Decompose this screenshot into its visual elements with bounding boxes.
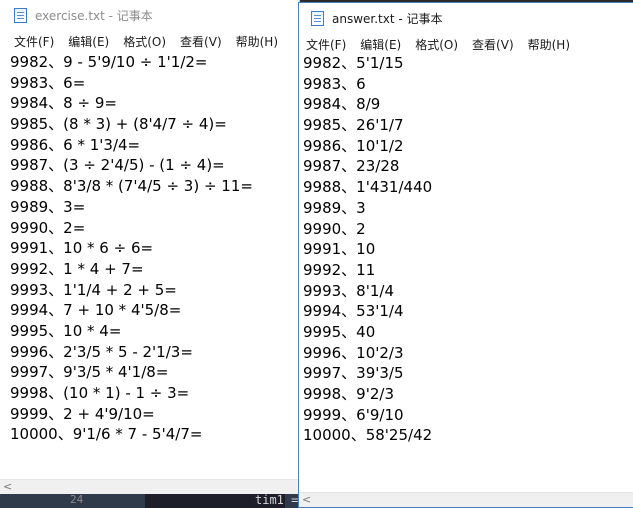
menu-edit[interactable]: 编辑(E): [68, 33, 109, 50]
answer-window-title: answer.txt - 记事本: [332, 11, 443, 26]
text-line: 9991、10: [303, 240, 376, 259]
exercise-menubar: 文件(F) 编辑(E) 格式(O) 查看(V) 帮助(H): [0, 30, 299, 52]
exercise-notepad-window[interactable]: exercise.txt - 记事本 文件(F) 编辑(E) 格式(O) 查看(…: [0, 0, 300, 494]
text-line: 9988、1'431/440: [303, 178, 433, 197]
answer-titlebar[interactable]: answer.txt - 记事本: [299, 3, 633, 33]
text-line: 9993、8'1/4: [303, 281, 394, 300]
exercise-text-area[interactable]: 9982、9 - 5'9/10 ÷ 1'1/2= 9983、6= 9984、8 …: [0, 52, 299, 480]
text-line: 9985、26'1/7: [303, 116, 404, 135]
text-line: 9994、7 + 10 * 4'5/8=: [10, 301, 182, 320]
menu-help[interactable]: 帮助(H): [528, 36, 570, 53]
text-line: 9987、(3 ÷ 2'4/5) - (1 ÷ 4)=: [10, 156, 225, 175]
text-line: 9997、9'3/5 * 4'1/8=: [10, 363, 169, 382]
text-line: 9987、23/28: [303, 157, 400, 176]
menu-format[interactable]: 格式(O): [123, 33, 166, 50]
text-line: 9983、6: [303, 74, 366, 93]
text-line: 9996、2'3/5 * 5 - 2'1/3=: [10, 342, 193, 361]
scroll-left-icon[interactable]: <: [3, 480, 12, 494]
menu-edit[interactable]: 编辑(E): [360, 36, 401, 53]
text-line: 9982、9 - 5'9/10 ÷ 1'1/2=: [10, 53, 208, 71]
text-line: 9986、6 * 1'3/4=: [10, 135, 141, 154]
text-line: 9994、53'1/4: [303, 302, 404, 321]
text-line: 9986、10'1/2: [303, 136, 404, 155]
text-line: 9996、10'2/3: [303, 343, 404, 362]
text-line: 9998、9'2/3: [303, 385, 394, 403]
text-line: 9989、3=: [10, 197, 86, 216]
text-line: 9985、(8 * 3) + (8'4/7 ÷ 4)=: [10, 115, 227, 134]
text-line: 9992、1 * 4 + 7=: [10, 259, 144, 278]
answer-menubar: 文件(F) 编辑(E) 格式(O) 查看(V) 帮助(H): [299, 33, 633, 55]
answer-text-area[interactable]: 9982、5'1/15 9983、6 9984、8/9 9985、26'1/7 …: [299, 53, 633, 493]
text-line: 9991、10 * 6 ÷ 6=: [10, 239, 154, 258]
text-line: 9983、6=: [10, 73, 86, 92]
menu-help[interactable]: 帮助(H): [236, 33, 278, 50]
menu-format[interactable]: 格式(O): [415, 36, 458, 53]
text-line: 9997、39'3/5: [303, 364, 404, 383]
menu-file[interactable]: 文件(F): [14, 33, 54, 50]
answer-notepad-window[interactable]: answer.txt - 记事本 文件(F) 编辑(E) 格式(O) 查看(V)…: [298, 2, 633, 508]
text-line: 9992、11: [303, 260, 376, 279]
text-line: 10000、9'1/6 * 7 - 5'4/7=: [10, 425, 203, 444]
text-line: 9982、5'1/15: [303, 54, 404, 72]
menu-view[interactable]: 查看(V): [472, 36, 514, 53]
text-line: 9984、8/9: [303, 95, 381, 114]
text-line: 9993、1'1/4 + 2 + 5=: [10, 280, 177, 299]
text-line: 9999、6'9/10: [303, 405, 404, 424]
text-line: 9988、8'3/8 * (7'4/5 ÷ 3) ÷ 11=: [10, 177, 253, 196]
exercise-horizontal-scrollbar[interactable]: <: [0, 479, 299, 494]
menu-view[interactable]: 查看(V): [180, 33, 222, 50]
background-line-number: 24: [70, 493, 84, 506]
text-line: 9995、40: [303, 322, 376, 341]
text-line: 9998、(10 * 1) - 1 ÷ 3=: [10, 384, 190, 402]
text-line: 9989、3: [303, 198, 366, 217]
text-line: 10000、58'25/42: [303, 426, 433, 445]
notepad-icon: [14, 7, 27, 23]
exercise-titlebar[interactable]: exercise.txt - 记事本: [0, 0, 299, 30]
text-line: 9990、2: [303, 219, 366, 238]
text-line: 9999、2 + 4'9/10=: [10, 404, 155, 423]
notepad-icon: [311, 10, 324, 26]
menu-file[interactable]: 文件(F): [306, 36, 346, 53]
scroll-left-icon[interactable]: <: [302, 493, 311, 507]
text-line: 9990、2=: [10, 218, 86, 237]
exercise-window-title: exercise.txt - 记事本: [35, 8, 153, 23]
text-line: 9995、10 * 4=: [10, 321, 122, 340]
answer-horizontal-scrollbar[interactable]: <: [299, 492, 633, 507]
text-line: 9984、8 ÷ 9=: [10, 94, 117, 113]
